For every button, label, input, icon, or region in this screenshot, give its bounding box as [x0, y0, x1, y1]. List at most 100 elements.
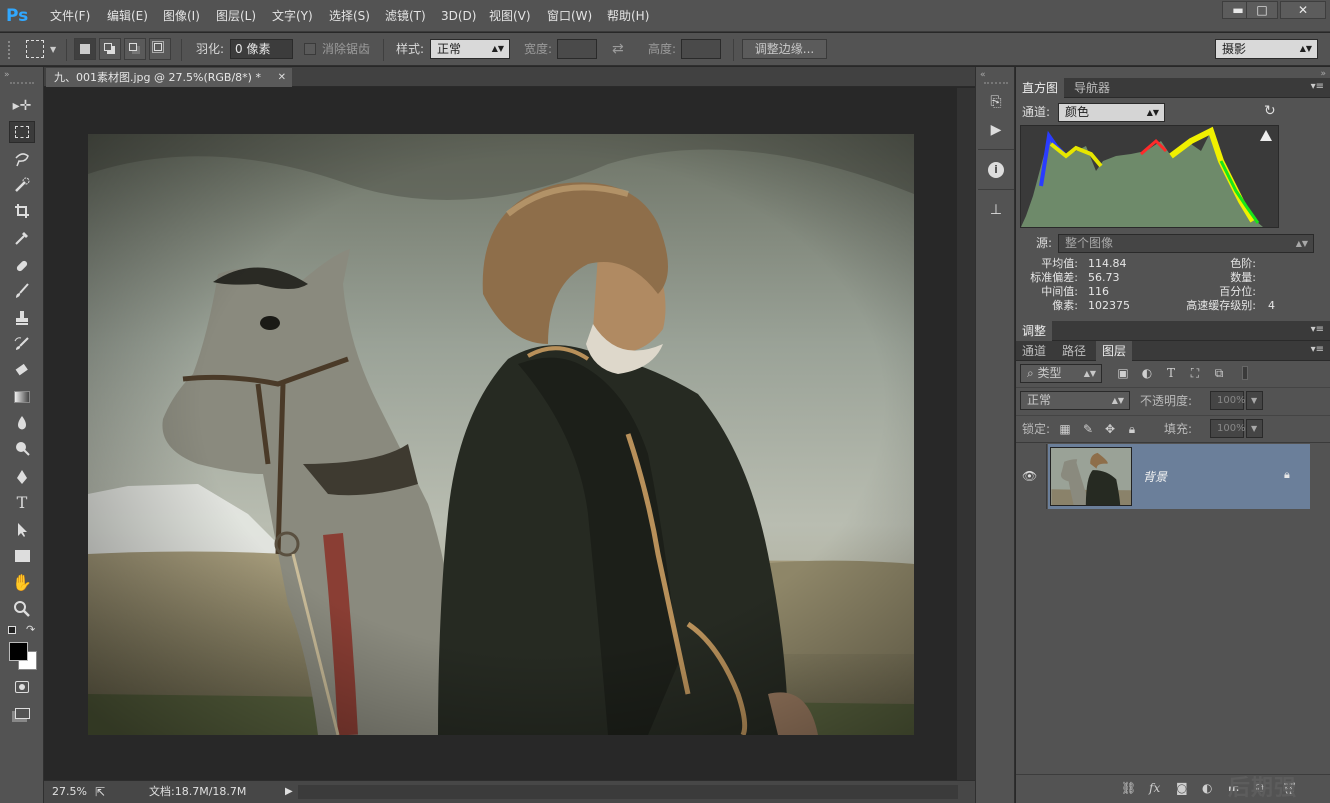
workspace-select[interactable]: 摄影 ▲▼ — [1215, 39, 1318, 59]
menu-layer[interactable]: 图层(L) — [216, 0, 256, 32]
fx-icon[interactable]: fx — [1149, 781, 1160, 795]
type-tool-icon[interactable]: T — [9, 492, 35, 514]
subtract-selection-button[interactable] — [124, 38, 146, 60]
filter-adjustment-icon[interactable]: ◐ — [1139, 365, 1155, 381]
menu-select[interactable]: 选择(S) — [329, 0, 370, 32]
healing-brush-tool-icon[interactable] — [9, 255, 35, 277]
channel-select[interactable]: 颜色 ▲▼ — [1058, 103, 1165, 122]
quick-mask-icon[interactable] — [9, 676, 35, 698]
antialias-checkbox[interactable] — [304, 43, 316, 55]
lock-position-icon[interactable]: ✥ — [1102, 421, 1118, 437]
close-button[interactable]: ✕ — [1280, 1, 1326, 19]
history-brush-tool-icon[interactable] — [9, 333, 35, 355]
blur-tool-icon[interactable] — [9, 412, 35, 434]
tab-paths[interactable]: 路径 — [1056, 341, 1092, 361]
refresh-icon[interactable]: ↻ — [1264, 103, 1276, 119]
menu-file[interactable]: 文件(F) — [50, 0, 90, 32]
rectangle-tool-icon[interactable] — [9, 545, 35, 567]
tab-navigator[interactable]: 导航器 — [1068, 78, 1116, 98]
menu-filter[interactable]: 滤镜(T) — [385, 0, 426, 32]
close-tab-icon[interactable]: ✕ — [278, 68, 286, 87]
eyedropper-tool-icon[interactable] — [9, 227, 35, 249]
vertical-scrollbar[interactable] — [957, 88, 975, 780]
path-select-tool-icon[interactable] — [9, 519, 35, 541]
fill-dropdown-icon[interactable]: ▼ — [1246, 419, 1263, 438]
feather-input[interactable]: 0 像素 — [230, 39, 293, 59]
height-input[interactable] — [681, 39, 721, 59]
lock-all-icon[interactable]: 🔒︎ — [1124, 421, 1140, 437]
fill-input[interactable]: 100% — [1210, 419, 1246, 438]
stamp-tool-icon[interactable] — [9, 307, 35, 329]
layer-row-background[interactable]: 背景 🔒︎ — [1048, 444, 1310, 509]
export-icon[interactable]: ⇱ — [95, 781, 105, 803]
intersect-selection-button[interactable] — [149, 38, 171, 60]
foreground-color-swatch[interactable] — [9, 642, 28, 661]
layer-filter-select[interactable]: ⌕ 类型 ▲▼ — [1020, 364, 1102, 383]
menu-3d[interactable]: 3D(D) — [441, 0, 476, 32]
source-select[interactable]: 整个图像 ▲▼ — [1058, 234, 1314, 253]
opacity-input[interactable]: 100% — [1210, 391, 1246, 410]
history-panel-icon[interactable]: ⎘ — [985, 91, 1007, 113]
tab-adjustments[interactable]: 调整 — [1016, 321, 1053, 341]
menu-edit[interactable]: 编辑(E) — [107, 0, 148, 32]
menu-type[interactable]: 文字(Y) — [272, 0, 313, 32]
swap-colors-icon[interactable]: ↷ — [26, 623, 35, 636]
document-tab[interactable]: 九、001素材图.jpg @ 27.5%(RGB/8*) * ✕ — [46, 68, 292, 87]
default-colors-icon[interactable] — [8, 626, 16, 634]
maximize-button[interactable]: □ — [1246, 1, 1278, 19]
eraser-tool-icon[interactable] — [9, 359, 35, 381]
collapse-icon[interactable]: » — [4, 70, 10, 80]
menu-window[interactable]: 窗口(W) — [547, 0, 592, 32]
crop-tool-icon[interactable] — [9, 200, 35, 222]
lasso-tool-icon[interactable] — [9, 148, 35, 170]
actions-panel-icon[interactable]: ▶ — [985, 119, 1007, 141]
refine-edge-button[interactable]: 调整边缘... — [742, 39, 827, 59]
info-panel-icon[interactable]: i — [985, 159, 1007, 181]
filter-smartobject-icon[interactable]: ⧉ — [1211, 365, 1227, 381]
canvas-area[interactable] — [44, 88, 957, 780]
new-selection-button[interactable] — [74, 38, 96, 60]
swap-icon[interactable]: ⇄ — [612, 33, 624, 66]
lock-transparent-icon[interactable]: ▦ — [1057, 421, 1073, 437]
new-adjustment-icon[interactable]: ◐ — [1202, 781, 1212, 795]
style-select[interactable]: 正常 ▲▼ — [430, 39, 510, 59]
pen-tool-icon[interactable] — [9, 466, 35, 488]
gradient-tool-icon[interactable] — [9, 386, 35, 408]
expand-panels-icon[interactable]: « — [980, 70, 986, 80]
zoom-level[interactable]: 27.5% — [52, 781, 87, 803]
blend-mode-select[interactable]: 正常 ▲▼ — [1020, 391, 1130, 410]
lock-pixels-icon[interactable]: ✎ — [1080, 421, 1096, 437]
add-selection-button[interactable] — [99, 38, 121, 60]
rect-marquee-tool-icon[interactable] — [9, 121, 35, 143]
status-menu-arrow-icon[interactable]: ▶ — [285, 781, 293, 803]
link-layers-icon[interactable]: ⛓ — [1121, 781, 1136, 795]
zoom-tool-icon[interactable] — [9, 598, 35, 620]
rect-marquee-preset-icon[interactable] — [26, 40, 44, 58]
panel-menu-icon[interactable]: ▾≡ — [1311, 81, 1324, 92]
menu-help[interactable]: 帮助(H) — [607, 0, 649, 32]
filter-shape-icon[interactable]: ⛶ — [1187, 365, 1203, 381]
tab-histogram[interactable]: 直方图 — [1016, 78, 1065, 98]
add-mask-icon[interactable]: ◙ — [1176, 781, 1188, 795]
quick-select-tool-icon[interactable] — [9, 174, 35, 196]
filter-type-icon[interactable]: T — [1163, 365, 1179, 381]
preset-dropdown-icon[interactable]: ▼ — [50, 45, 56, 54]
panel-menu-icon[interactable]: ▾≡ — [1311, 344, 1324, 355]
filter-pixel-icon[interactable]: ▣ — [1115, 365, 1131, 381]
dodge-tool-icon[interactable] — [9, 437, 35, 459]
opacity-dropdown-icon[interactable]: ▼ — [1246, 391, 1263, 410]
menu-view[interactable]: 视图(V) — [489, 0, 531, 32]
tab-channels[interactable]: 通道 — [1016, 341, 1052, 361]
menu-image[interactable]: 图像(I) — [163, 0, 200, 32]
horizontal-scrollbar[interactable] — [298, 785, 958, 799]
document-image[interactable] — [88, 134, 914, 735]
width-input[interactable] — [557, 39, 597, 59]
screen-mode-icon[interactable] — [9, 703, 35, 725]
brush-tool-icon[interactable] — [9, 280, 35, 302]
tab-layers[interactable]: 图层 — [1096, 341, 1133, 361]
filter-toggle[interactable] — [1242, 366, 1248, 380]
panel-menu-icon[interactable]: ▾≡ — [1311, 324, 1324, 335]
tool-presets-panel-icon[interactable]: ⊥ — [985, 199, 1007, 221]
move-tool-icon[interactable]: ▸✛ — [9, 95, 35, 117]
layer-name[interactable]: 背景 — [1143, 468, 1167, 485]
